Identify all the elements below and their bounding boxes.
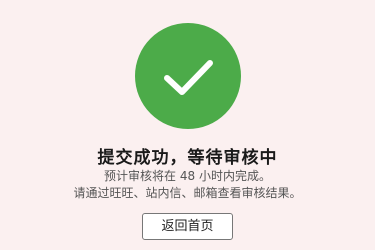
submission-success-page: 提交成功，等待审核中 预计审核将在 48 小时内完成。 请通过旺旺、站内信、邮箱… — [0, 0, 375, 250]
checkmark-icon — [164, 60, 213, 95]
review-result-text: 请通过旺旺、站内信、邮箱查看审核结果。 — [73, 186, 302, 200]
review-time-text: 预计审核将在 48 小时内完成。 — [104, 169, 271, 183]
back-home-button[interactable]: 返回首页 — [142, 213, 233, 240]
success-checkmark-icon — [135, 23, 241, 129]
status-title: 提交成功，等待审核中 — [97, 148, 278, 168]
